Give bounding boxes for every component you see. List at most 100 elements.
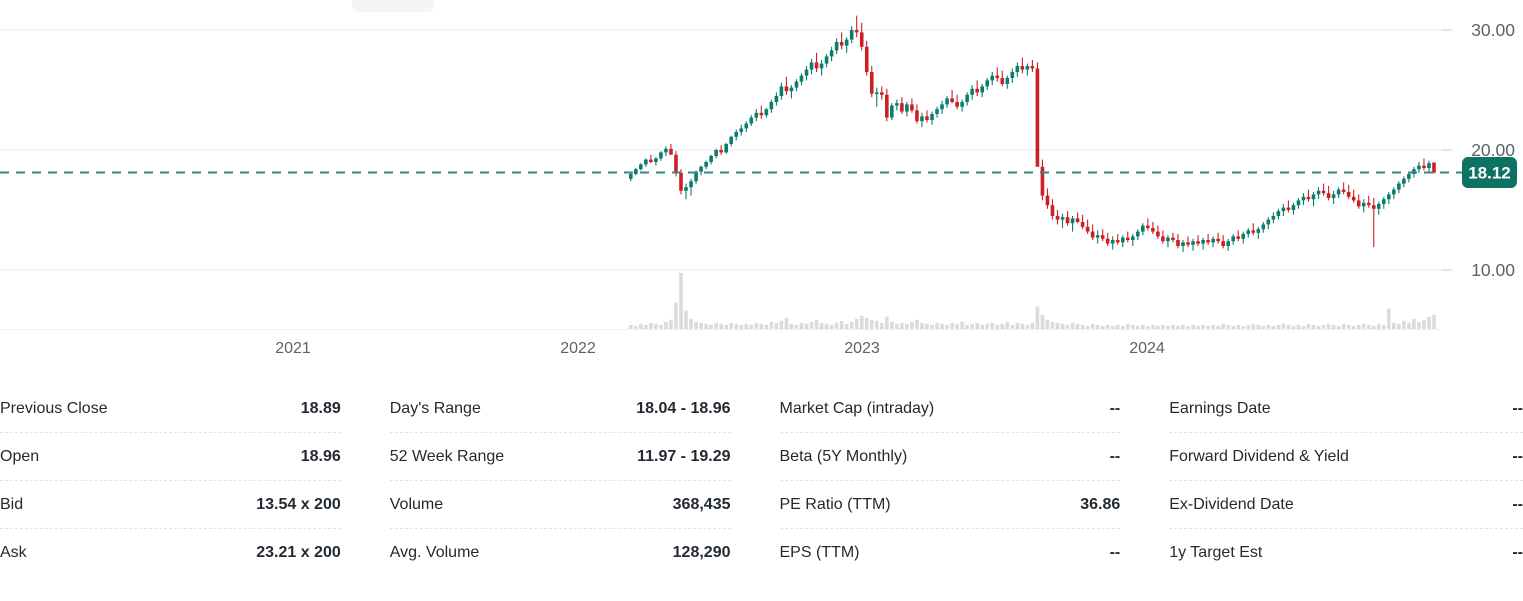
stats-label: Forward Dividend & Yield	[1169, 447, 1349, 465]
volume-bar	[724, 324, 728, 329]
candle-body	[1206, 240, 1210, 243]
stats-row: Forward Dividend & Yield --	[1169, 433, 1523, 481]
volume-bar	[1070, 322, 1075, 329]
stats-column-2: Day's Range 18.04 - 18.96 52 Week Range 11.…	[389, 385, 731, 601]
volume-bar	[1115, 324, 1120, 329]
candle-body	[1216, 238, 1220, 242]
volume-bar	[1030, 322, 1035, 329]
volume-bar	[804, 323, 809, 329]
candle-body	[1176, 240, 1180, 246]
candle-body	[1171, 237, 1175, 240]
volume-bar	[920, 322, 924, 329]
stats-row: EPS (TTM) --	[780, 529, 1121, 577]
candle-body	[1286, 207, 1291, 210]
stats-column-1: Previous Close 18.89 Open 18.96 Bid 13.54 x 2…	[0, 385, 341, 601]
volume-bar	[834, 322, 839, 329]
candle-body	[1090, 231, 1095, 238]
candle-body	[1060, 217, 1065, 220]
candle-body	[1387, 194, 1391, 200]
volume-bar	[1412, 318, 1416, 329]
volume-bar	[1141, 324, 1145, 329]
stats-value: --	[1109, 544, 1121, 561]
volume-bar	[1090, 323, 1095, 329]
volume-bar	[1156, 325, 1160, 329]
candle-body	[1341, 189, 1346, 192]
volume-bar	[1181, 324, 1185, 329]
stats-value: --	[1109, 399, 1121, 417]
candle-body	[995, 75, 1000, 78]
volume-bar	[1236, 324, 1241, 329]
stats-row: Avg. Volume 128,290	[390, 529, 731, 577]
volume-bar	[739, 324, 744, 329]
tooltip-artifact	[352, 0, 434, 12]
volume-bar	[1341, 323, 1346, 329]
candle-body	[1146, 225, 1150, 228]
stats-value: 36.86	[1080, 495, 1121, 513]
candle-body	[834, 42, 839, 51]
stats-label: Market Cap (intraday)	[779, 399, 935, 417]
candle-body	[639, 164, 643, 170]
volume-bar	[1346, 324, 1351, 329]
volume-bar	[1105, 324, 1110, 329]
candle-body	[910, 104, 914, 111]
volume-bar	[799, 322, 804, 329]
candle-body	[854, 30, 859, 33]
volume-bar	[654, 323, 658, 329]
volume-bar	[1161, 324, 1165, 329]
volume-bar	[1085, 325, 1090, 329]
volume-bar	[1407, 322, 1411, 329]
candle-body	[764, 109, 769, 116]
volume-bar	[1266, 324, 1271, 329]
stats-label: PE Ratio (TTM)	[779, 495, 891, 513]
volume-bar	[819, 322, 824, 329]
candle-body	[1231, 236, 1235, 242]
volume-bar	[1392, 322, 1396, 329]
candle-body	[649, 159, 653, 162]
candle-body	[774, 96, 779, 102]
volume-bar	[874, 320, 879, 329]
candle-body	[1110, 240, 1115, 244]
candle-body	[629, 174, 633, 179]
candle-body	[915, 110, 919, 122]
candle-body	[1191, 241, 1195, 245]
volume-bar	[895, 323, 899, 329]
candle-body	[1085, 226, 1090, 232]
candle-body	[1166, 237, 1170, 242]
candlestick-chart-svg[interactable]: 30.00 20.00 10.00 2021 2022 2023 2024 18.12	[0, 0, 1523, 372]
stats-row: Volume 368,435	[389, 481, 731, 529]
candle-body	[1417, 165, 1421, 170]
candle-body	[1151, 228, 1155, 232]
candle-body	[1346, 192, 1351, 197]
price-chart[interactable]: 30.00 20.00 10.00 2021 2022 2023 2024 18.12	[0, 0, 1523, 372]
volume-bar	[1326, 323, 1331, 329]
volume-bar	[1376, 323, 1381, 329]
candle-body	[1296, 200, 1301, 206]
stats-value: 18.96	[300, 447, 341, 465]
candle-body	[679, 172, 683, 191]
volume-bar	[1025, 324, 1030, 329]
stats-value: 11.97 - 19.29	[637, 447, 731, 465]
volume-bar	[1045, 319, 1050, 329]
volume-bar	[1060, 323, 1065, 329]
candle-body	[839, 42, 844, 46]
candle-body	[689, 181, 693, 188]
price-badge-label: 18.12	[1468, 164, 1511, 183]
candle-body	[1010, 72, 1015, 78]
volume-bar	[1246, 324, 1251, 329]
volume-bar	[789, 323, 794, 329]
candle-body	[1196, 241, 1200, 244]
candle-body	[1427, 163, 1431, 168]
volume-bar	[1241, 325, 1246, 329]
volume-bar	[985, 323, 990, 329]
candle-body	[824, 56, 829, 64]
date-axis-tick: 2023	[844, 340, 880, 357]
volume-bar	[669, 319, 673, 329]
volume-bar	[1331, 324, 1336, 329]
candle-body	[1050, 205, 1055, 216]
volume-bar	[719, 323, 723, 329]
volume-bar	[1361, 323, 1366, 329]
candle-body	[1035, 68, 1040, 167]
volume-bar	[1351, 325, 1356, 329]
candle-body	[659, 152, 663, 159]
candle-body	[819, 63, 824, 69]
